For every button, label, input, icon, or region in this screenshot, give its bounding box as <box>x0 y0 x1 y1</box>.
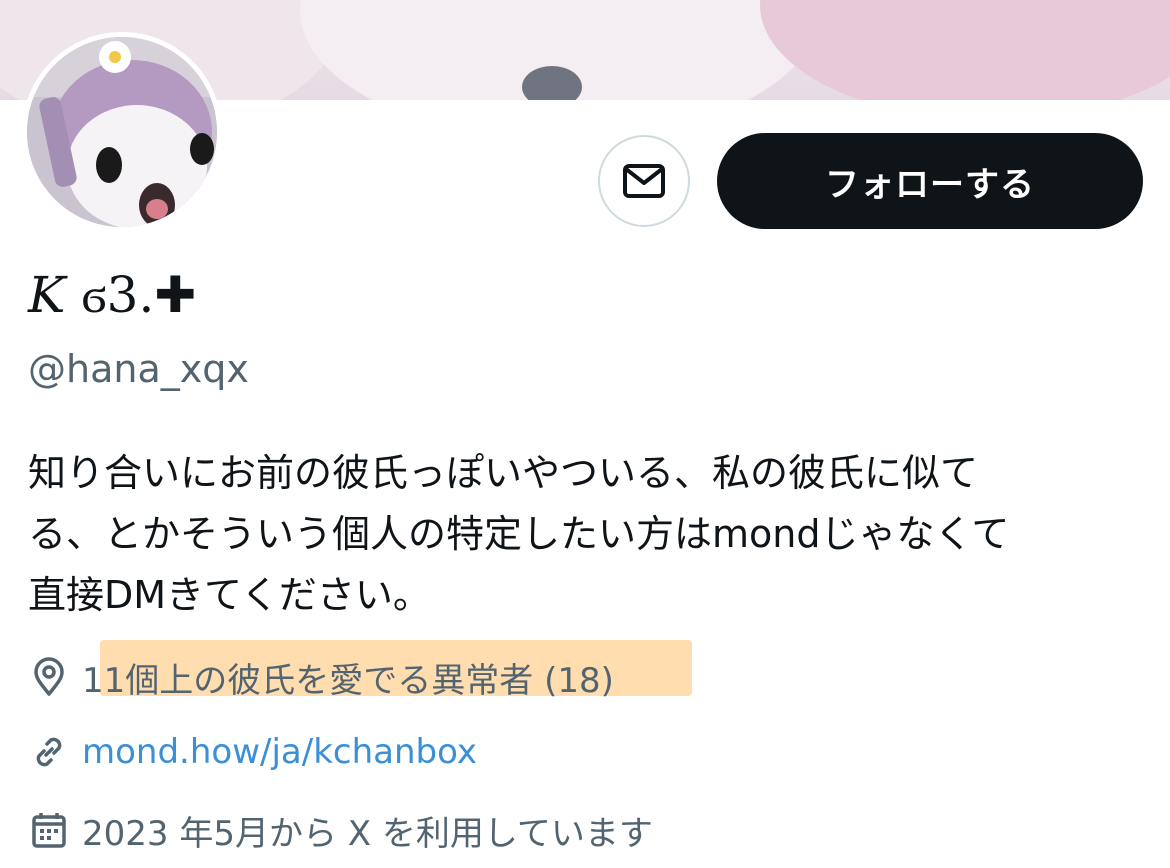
avatar-image <box>27 37 217 227</box>
follow-button[interactable]: フォローする <box>717 133 1143 229</box>
website-link[interactable]: mond.how/ja/kchanbox <box>82 732 477 772</box>
banner-plush-nose <box>522 66 582 100</box>
handle: @hana_xqx <box>28 347 249 391</box>
avatar[interactable] <box>27 37 217 227</box>
bio: 知り合いにお前の彼氏っぽいやついる、私の彼氏に似て る、とかそういう個人の特定し… <box>28 443 1148 626</box>
mail-icon <box>623 164 665 198</box>
calendar-icon <box>28 809 70 851</box>
joined-text: 2023 年5月から X を利用しています <box>82 813 653 854</box>
location-row: 11個上の彼氏を愛でる異常者 (18) <box>28 652 614 702</box>
message-button[interactable] <box>598 135 690 227</box>
banner-plush-pink <box>760 0 1170 100</box>
bio-line: 知り合いにお前の彼氏っぽいやついる、私の彼氏に似て <box>28 451 979 495</box>
display-name: 𝐾 ϭ3.✚ <box>28 266 197 324</box>
link-icon <box>28 731 70 773</box>
bio-line: る、とかそういう個人の特定したい方はmondじゃなくて <box>28 512 1010 556</box>
location-text: 11個上の彼氏を愛でる異常者 (18) <box>82 660 614 701</box>
bio-line: 直接DMきてください。 <box>28 573 431 617</box>
location-pin-icon <box>28 656 70 698</box>
joined-row: 2023 年5月から X を利用しています <box>28 805 653 855</box>
website-row[interactable]: mond.how/ja/kchanbox <box>28 727 477 777</box>
